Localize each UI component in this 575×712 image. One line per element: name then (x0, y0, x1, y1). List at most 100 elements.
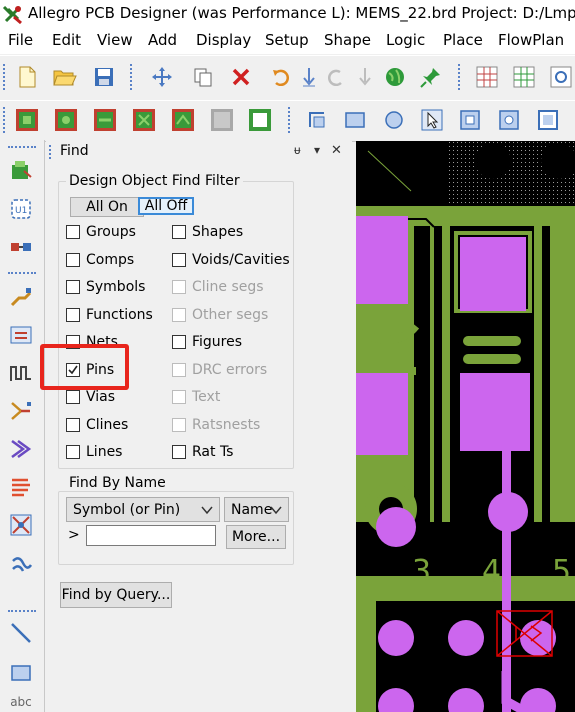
checkbox-unchecked-icon[interactable] (172, 225, 186, 239)
open-folder-icon[interactable] (52, 64, 78, 90)
shape-icon[interactable] (131, 107, 157, 133)
draw-corner-icon[interactable] (304, 107, 330, 133)
checkbox-unchecked-icon[interactable] (66, 225, 80, 239)
filter-ratsnests-checkbox[interactable]: Ratsnests (172, 417, 260, 433)
filter-lines-checkbox[interactable]: Lines (66, 444, 122, 460)
object-type-select[interactable]: Symbol (or Pin) (66, 497, 220, 522)
new-file-icon[interactable] (14, 64, 40, 90)
filter-comps-checkbox[interactable]: Comps (66, 252, 134, 268)
checkbox-unchecked-icon[interactable] (66, 252, 80, 267)
menu-file[interactable]: File (8, 31, 33, 49)
menu-add[interactable]: Add (148, 31, 177, 49)
filter-cline-segs-checkbox[interactable]: Cline segs (172, 279, 264, 295)
arrow-down-disabled-icon[interactable] (352, 64, 378, 90)
board-outline-icon[interactable] (247, 107, 273, 133)
menu-flowplan[interactable]: FlowPlan (498, 31, 564, 49)
checkbox-unchecked-icon[interactable] (66, 417, 80, 432)
checkbox-unchecked-icon[interactable] (172, 417, 186, 432)
filter-groups-checkbox[interactable]: Groups (66, 224, 136, 240)
menu-logic[interactable]: Logic (386, 31, 425, 49)
u1-reference-icon[interactable]: U1 (6, 194, 36, 224)
draw-line-icon[interactable] (6, 618, 36, 648)
filter-symbols-checkbox[interactable]: Symbols (66, 279, 145, 295)
menu-setup[interactable]: Setup (265, 31, 309, 49)
redo-icon[interactable] (324, 64, 350, 90)
void-shape-icon[interactable] (496, 107, 522, 133)
menu-edit[interactable]: Edit (52, 31, 81, 49)
checkbox-unchecked-icon[interactable] (66, 280, 80, 294)
filter-functions-checkbox[interactable]: Functions (66, 307, 153, 323)
fanout-icon[interactable] (6, 396, 36, 426)
arrow-down-icon[interactable] (296, 64, 322, 90)
checkbox-unchecked-icon[interactable] (172, 390, 186, 404)
menu-shape[interactable]: Shape (324, 31, 371, 49)
filter-rat-ts-checkbox[interactable]: Rat Ts (172, 444, 233, 460)
name-mode-select[interactable]: Name (224, 497, 289, 522)
delay-tune-icon[interactable] (6, 358, 36, 388)
toolbar-grip[interactable] (3, 107, 9, 133)
grid-snap-icon[interactable] (511, 64, 537, 90)
all-on-button[interactable]: All On (70, 197, 144, 217)
save-icon[interactable] (91, 64, 117, 90)
pcb-canvas[interactable]: 3 4 5 (356, 141, 575, 712)
undo-icon[interactable] (267, 64, 293, 90)
close-icon[interactable]: ✕ (331, 143, 342, 158)
route-icon[interactable] (170, 107, 196, 133)
checkbox-unchecked-icon[interactable] (66, 307, 80, 322)
panel-grip[interactable] (49, 145, 55, 159)
checkbox-unchecked-icon[interactable] (66, 390, 80, 404)
more-button[interactable]: More... (226, 525, 286, 549)
delete-icon[interactable] (228, 64, 254, 90)
move-icon[interactable] (149, 64, 175, 90)
filter-drc-errors-checkbox[interactable]: DRC errors (172, 362, 267, 378)
slide-icon[interactable] (6, 320, 36, 350)
swap-pins-icon[interactable] (6, 232, 36, 262)
auto-route-icon[interactable] (6, 434, 36, 464)
filter-clines-checkbox[interactable]: Clines (66, 417, 128, 433)
zoom-fit-icon[interactable] (548, 64, 574, 90)
edit-boundary-icon[interactable] (535, 107, 561, 133)
filter-voids-cavities-checkbox[interactable]: Voids/Cavities (172, 252, 290, 268)
checkbox-unchecked-icon[interactable] (172, 445, 186, 459)
pin-panel-icon[interactable]: ᵾ (294, 143, 301, 157)
find-by-query-button[interactable]: Find by Query... (60, 582, 172, 608)
add-text-icon[interactable]: abc (6, 692, 36, 712)
checkbox-unchecked-icon[interactable] (172, 335, 186, 349)
net-icon[interactable] (92, 107, 118, 133)
place-component-icon[interactable] (6, 156, 36, 186)
globe-icon[interactable] (382, 64, 408, 90)
component-icon[interactable] (14, 107, 40, 133)
all-off-button[interactable]: All Off (138, 197, 194, 215)
checkbox-unchecked-icon[interactable] (172, 252, 186, 267)
menu-view[interactable]: View (97, 31, 133, 49)
menu-display[interactable]: Display (196, 31, 251, 49)
rectangle-icon[interactable] (342, 107, 368, 133)
toolbar-grip[interactable] (3, 64, 9, 90)
filter-vias-checkbox[interactable]: Vias (66, 389, 115, 405)
checkbox-unchecked-icon[interactable] (172, 307, 186, 322)
pin-icon[interactable] (418, 64, 444, 90)
filter-shapes-checkbox[interactable]: Shapes (172, 224, 243, 240)
route-matrix-icon[interactable] (6, 510, 36, 540)
toolbar-grip[interactable] (8, 146, 36, 151)
copy-icon[interactable] (190, 64, 216, 90)
draw-rect-icon[interactable] (6, 658, 36, 688)
merge-shapes-icon[interactable] (457, 107, 483, 133)
expand-arrow-icon[interactable]: > (68, 527, 80, 543)
find-name-input[interactable] (86, 525, 216, 546)
checkbox-unchecked-icon[interactable] (172, 280, 186, 294)
symbol-icon[interactable] (53, 107, 79, 133)
select-arrow-icon[interactable] (419, 107, 445, 133)
filter-text-checkbox[interactable]: Text (172, 389, 220, 405)
add-connect-icon[interactable] (6, 282, 36, 312)
spread-icon[interactable] (6, 550, 36, 580)
filter-other-segs-checkbox[interactable]: Other segs (172, 307, 268, 323)
checkbox-unchecked-icon[interactable] (172, 362, 186, 377)
filter-figures-checkbox[interactable]: Figures (172, 334, 242, 350)
bus-route-icon[interactable] (6, 472, 36, 502)
disabled-tool-icon[interactable] (209, 107, 235, 133)
checkbox-unchecked-icon[interactable] (66, 445, 80, 459)
menu-place[interactable]: Place (443, 31, 483, 49)
circle-icon[interactable] (381, 107, 407, 133)
panel-menu-icon[interactable]: ▾ (314, 143, 320, 157)
